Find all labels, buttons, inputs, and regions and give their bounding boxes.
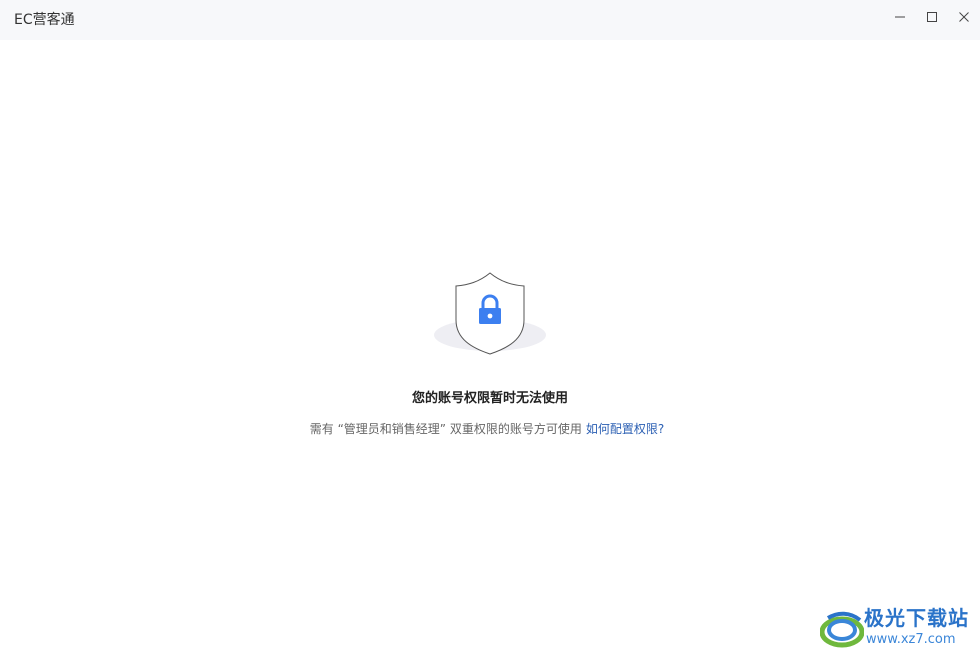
minimize-button[interactable] xyxy=(885,6,915,28)
maximize-button[interactable] xyxy=(917,6,947,28)
close-button[interactable] xyxy=(949,6,979,28)
lock-keyhole xyxy=(487,313,493,319)
watermark-url: www.xz7.com xyxy=(866,632,956,647)
configure-permissions-link[interactable]: 如何配置权限? xyxy=(586,422,664,436)
main-content: 您的账号权限暂时无法使用 需有 “管理员和销售经理” 双重权限的账号方可使用 如何… xyxy=(0,40,980,660)
watermark-name: 极光下载站 xyxy=(864,606,969,630)
permission-message-title: 您的账号权限暂时无法使用 xyxy=(411,391,568,406)
close-icon xyxy=(959,12,969,22)
permission-message-description: 需有 “管理员和销售经理” 双重权限的账号方可使用 如何配置权限? xyxy=(0,421,974,437)
minimize-icon xyxy=(895,16,905,18)
title-bar: EC营客通 xyxy=(0,0,980,40)
app-window: EC营客通 您的账号权限暂时无法使用 需有 “管理员和销售经理” 双重权限的账号… xyxy=(0,0,980,660)
watermark-logo-icon xyxy=(820,611,864,648)
watermark: 极光下载站 www.xz7.com xyxy=(818,604,978,656)
maximize-icon xyxy=(927,12,937,22)
app-title: EC营客通 xyxy=(14,12,75,28)
shield-lock-icon xyxy=(434,272,546,355)
description-text: 需有 “管理员和销售经理” 双重权限的账号方可使用 xyxy=(309,422,582,436)
